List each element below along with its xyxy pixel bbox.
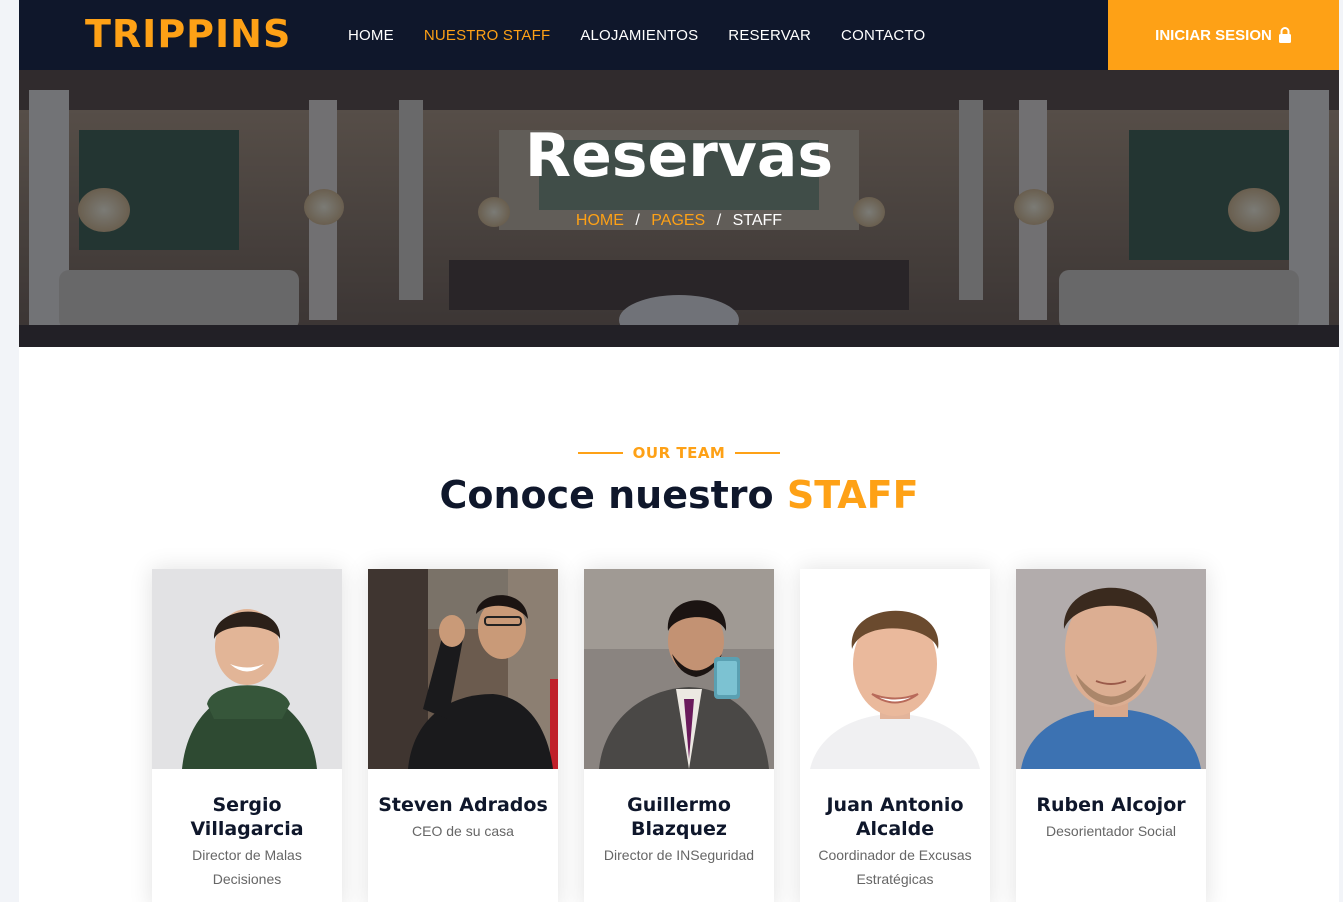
- team-card[interactable]: Sergio Villagarcia Director de Malas Dec…: [152, 569, 342, 902]
- breadcrumb-pages[interactable]: PAGES: [651, 212, 705, 229]
- brand-logo[interactable]: TRIPPINS: [85, 12, 291, 56]
- team-member-role: Coordinador de Excusas Estratégicas: [818, 847, 972, 887]
- navbar: TRIPPINS HOME NUESTRO STAFF ALOJAMIENTOS…: [19, 0, 1339, 70]
- team-member-name: Juan Antonio Alcalde: [826, 794, 964, 840]
- section-title: Conoce nuestro STAFF: [19, 470, 1339, 520]
- team-card[interactable]: Ruben Alcojor Desorientador Social: [1016, 569, 1206, 902]
- team-member-name: Steven Adrados: [378, 794, 548, 816]
- hero-banner: Reservas HOME / PAGES / STAFF: [19, 70, 1339, 347]
- section-tag: OUR TEAM: [19, 444, 1339, 462]
- section-tag-label: OUR TEAM: [632, 444, 726, 462]
- lock-icon: [1278, 27, 1292, 43]
- nav-link-staff[interactable]: NUESTRO STAFF: [424, 27, 551, 44]
- team-member-role: Director de INSeguridad: [603, 847, 755, 863]
- breadcrumb-separator: /: [716, 212, 722, 229]
- nav-link-contacto[interactable]: CONTACTO: [841, 27, 925, 44]
- team-cards: Sergio Villagarcia Director de Malas Dec…: [152, 569, 1206, 902]
- team-member-name: Ruben Alcojor: [1036, 794, 1186, 816]
- hero-background-image: [19, 70, 1339, 347]
- breadcrumb-separator: /: [635, 212, 640, 229]
- team-card[interactable]: Juan Antonio Alcalde Coordinador de Excu…: [800, 569, 990, 902]
- team-photo: [368, 569, 558, 769]
- nav-links: HOME NUESTRO STAFF ALOJAMIENTOS RESERVAR…: [348, 0, 955, 70]
- login-button-label: INICIAR SESION: [1155, 26, 1272, 44]
- section-title-highlight: STAFF: [786, 473, 919, 517]
- team-member-name: Sergio Villagarcia: [190, 794, 304, 840]
- team-member-role: Desorientador Social: [1046, 823, 1176, 839]
- team-member-role: Director de Malas Decisiones: [192, 847, 302, 887]
- team-photo: [584, 569, 774, 769]
- breadcrumb-staff: STAFF: [732, 212, 783, 229]
- team-photo: [1016, 569, 1206, 769]
- hero-title: Reservas: [524, 121, 834, 191]
- breadcrumb: HOME / PAGES / STAFF: [19, 212, 1339, 230]
- nav-link-alojamientos[interactable]: ALOJAMIENTOS: [580, 27, 698, 44]
- tag-line-right: [735, 452, 781, 454]
- tag-line-left: [577, 452, 623, 454]
- breadcrumb-home[interactable]: HOME: [576, 212, 624, 229]
- section-title-main: Conoce nuestro: [439, 473, 787, 517]
- nav-link-home[interactable]: HOME: [348, 27, 394, 44]
- team-photo: [152, 569, 342, 769]
- team-card[interactable]: Steven Adrados CEO de su casa: [368, 569, 558, 902]
- team-photo: [800, 569, 990, 769]
- nav-link-reservar[interactable]: RESERVAR: [728, 27, 811, 44]
- login-button[interactable]: INICIAR SESION: [1108, 0, 1339, 70]
- team-card[interactable]: Guillermo Blazquez Director de INSegurid…: [584, 569, 774, 902]
- team-member-name: Guillermo Blazquez: [627, 794, 731, 840]
- team-member-role: CEO de su casa: [412, 823, 514, 839]
- page: TRIPPINS HOME NUESTRO STAFF ALOJAMIENTOS…: [19, 0, 1339, 902]
